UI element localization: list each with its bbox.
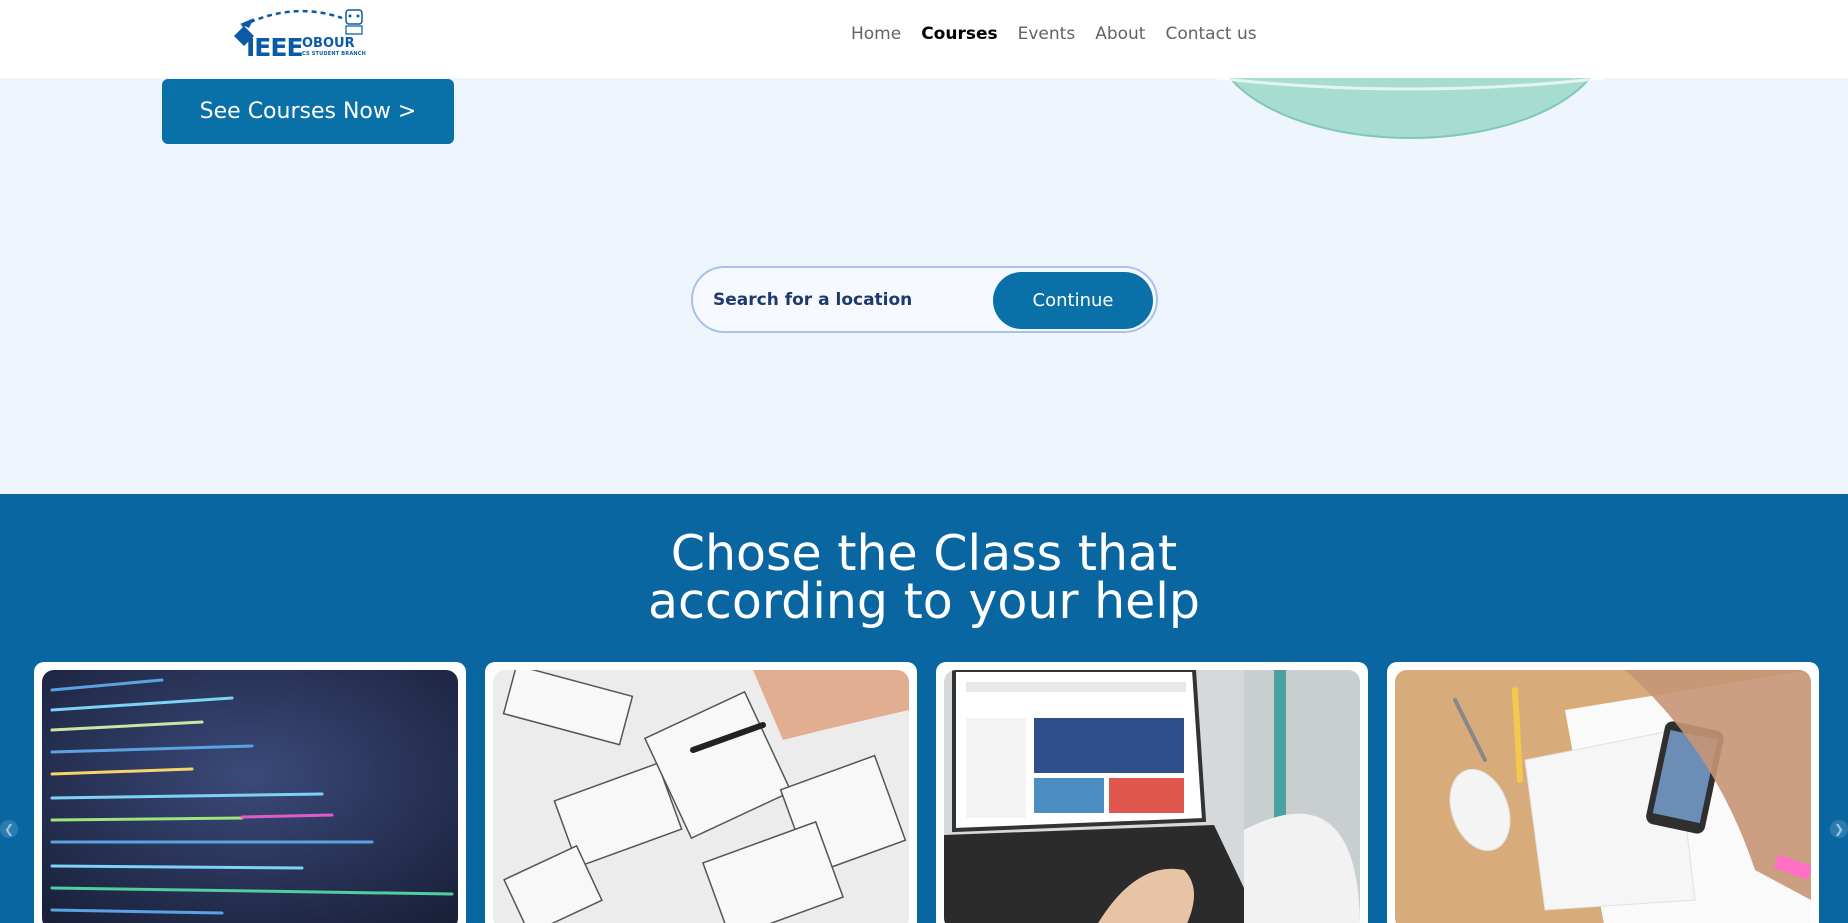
class-card[interactable] <box>936 662 1368 923</box>
classes-section: Chose the Class that according to your h… <box>0 494 1848 923</box>
search-input[interactable] <box>713 286 983 314</box>
desk-phone-sketch-image <box>1395 670 1811 923</box>
laptop-website-image <box>944 670 1360 923</box>
see-courses-button[interactable]: See Courses Now > <box>162 79 454 144</box>
logo-wordmark: IEEE <box>246 33 304 62</box>
nav-contact[interactable]: Contact us <box>1165 24 1256 44</box>
continue-button[interactable]: Continue <box>993 272 1153 329</box>
code-screen-image <box>42 670 458 923</box>
carousel-prev-icon[interactable]: ❮ <box>0 820 18 838</box>
class-card[interactable] <box>34 662 466 923</box>
logo-tagline: CS STUDENT BRANCH <box>302 51 367 57</box>
nav-courses[interactable]: Courses <box>921 24 997 44</box>
nav-home[interactable]: Home <box>851 24 901 44</box>
classes-heading: Chose the Class that according to your h… <box>0 525 1848 630</box>
nav-events[interactable]: Events <box>1018 24 1076 44</box>
carousel-next-icon[interactable]: ❯ <box>1830 820 1848 838</box>
location-search: Continue <box>691 266 1158 333</box>
nav-about[interactable]: About <box>1095 24 1145 44</box>
site-header: IEEE OBOUR CS STUDENT BRANCH Home Course… <box>0 0 1848 78</box>
classes-heading-line1: Chose the Class that <box>670 525 1178 582</box>
logo-sub: OBOUR <box>302 36 355 51</box>
main-nav: Home Courses Events About Contact us <box>851 24 1257 44</box>
class-card[interactable] <box>1387 662 1819 923</box>
class-card[interactable] <box>485 662 917 923</box>
wireframe-sketch-image <box>493 670 909 923</box>
classes-heading-line2: according to your help <box>647 573 1201 630</box>
